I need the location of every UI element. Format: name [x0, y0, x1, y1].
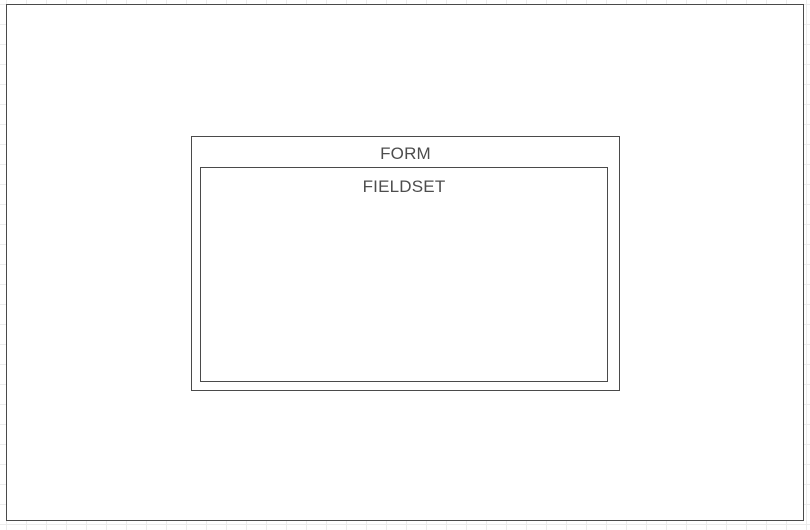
form-container[interactable]: FORM FIELDSET — [191, 136, 620, 391]
form-label: FORM — [380, 144, 431, 163]
diagram-canvas: { "diagram": { "form": { "label": "FORM"… — [0, 0, 810, 530]
fieldset-container[interactable]: FIELDSET — [200, 167, 608, 382]
fieldset-label: FIELDSET — [362, 177, 446, 196]
